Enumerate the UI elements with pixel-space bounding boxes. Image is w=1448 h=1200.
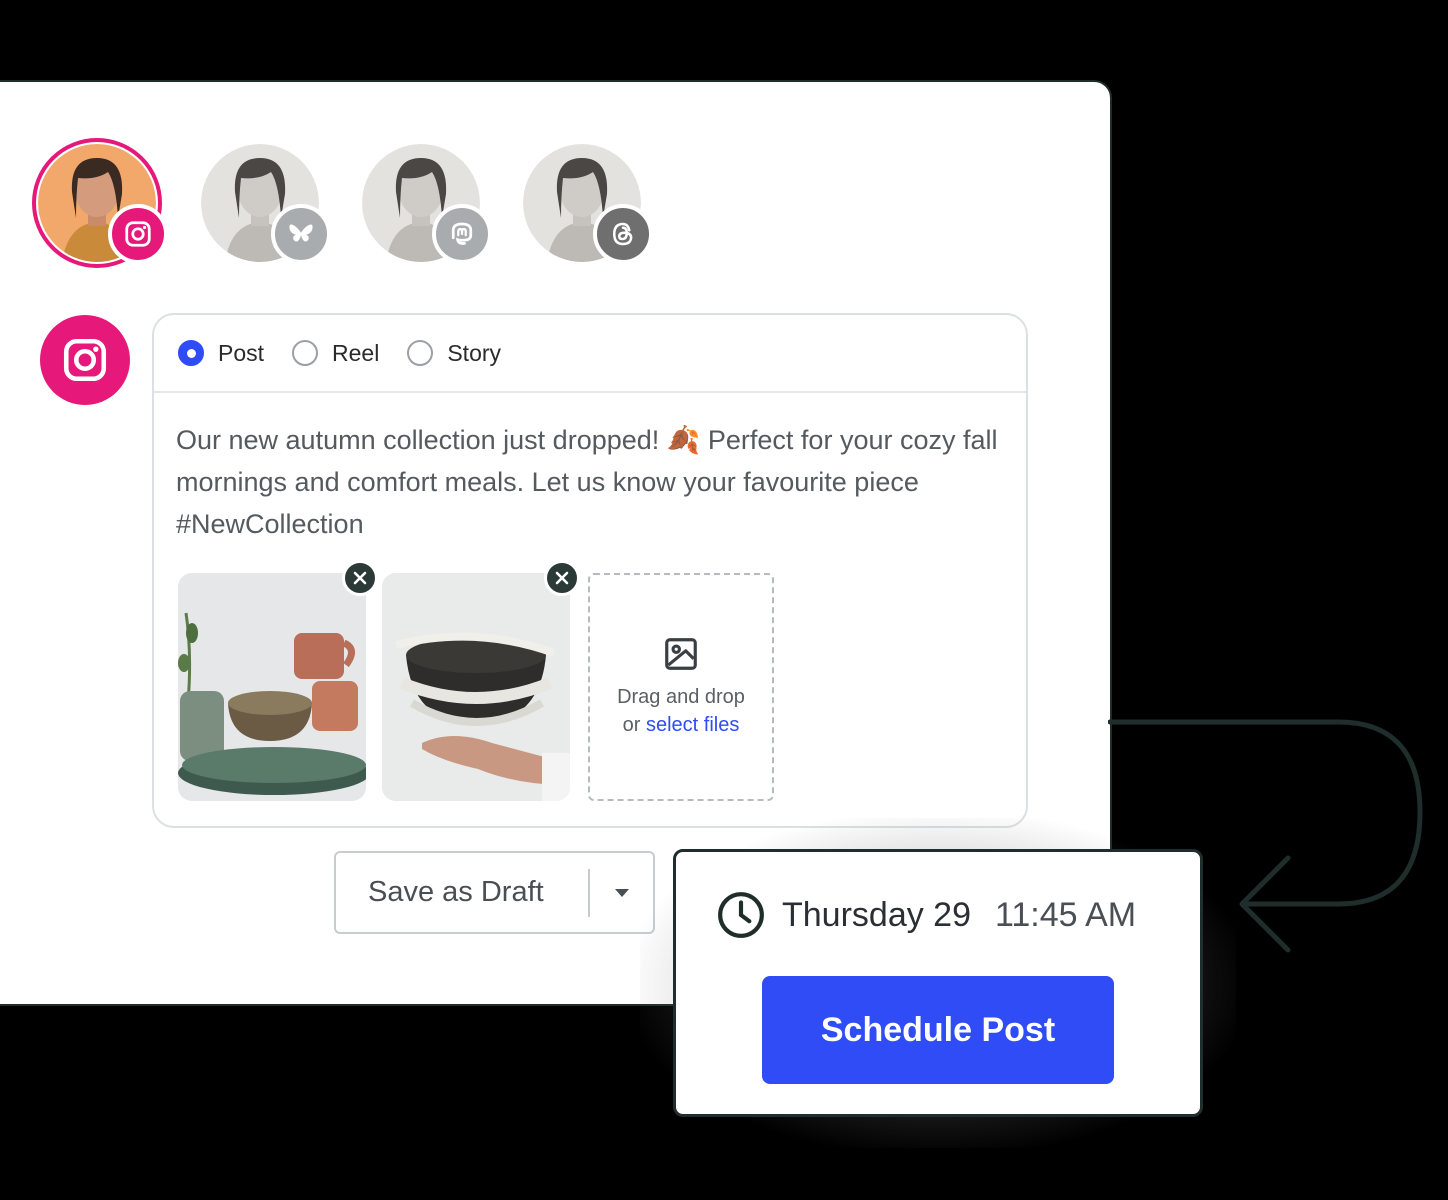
radio-story[interactable] — [407, 340, 434, 366]
post-type-story[interactable]: Story — [407, 340, 501, 367]
post-type-post[interactable]: Post — [178, 340, 264, 367]
image-icon — [665, 638, 697, 670]
instagram-icon — [63, 338, 107, 382]
schedule-post-button[interactable]: Schedule Post — [762, 976, 1114, 1084]
account-avatar-instagram[interactable] — [32, 138, 168, 268]
save-draft-button[interactable]: Save as Draft — [336, 876, 588, 909]
schedule-popover: Thursday 29 11:45 AM Schedule Post — [673, 849, 1203, 1117]
select-files-link[interactable]: select files — [646, 714, 739, 736]
post-type-selector: Post Reel Story — [154, 315, 1026, 393]
save-draft-split-button: Save as Draft — [334, 851, 655, 934]
schedule-time[interactable]: 11:45 AM — [995, 896, 1136, 935]
post-type-reel[interactable]: Reel — [292, 340, 379, 367]
radio-post[interactable] — [178, 340, 204, 366]
dropzone-line2: or select files — [617, 711, 745, 739]
media-thumbnail-2[interactable] — [382, 573, 570, 801]
post-type-label: Story — [447, 339, 502, 366]
clock-icon — [718, 892, 764, 938]
bluesky-badge — [271, 204, 331, 264]
caret-down-icon — [614, 888, 629, 897]
media-thumbnail-1[interactable] — [178, 573, 366, 801]
media-dropzone[interactable]: Drag and drop or select files — [588, 573, 774, 801]
ceramics-photo-2 — [382, 573, 570, 801]
threads-badge — [593, 204, 653, 264]
dropzone-text: Drag and drop or select files — [617, 683, 745, 739]
radio-reel[interactable] — [292, 340, 319, 366]
post-text-area[interactable]: Our new autumn collection just dropped! … — [176, 419, 1006, 545]
close-icon — [353, 571, 367, 585]
post-type-label: Reel — [332, 339, 380, 366]
account-avatar-mastodon[interactable] — [362, 144, 492, 264]
schedule-datetime: Thursday 29 11:45 AM — [716, 890, 1136, 940]
dropzone-prefix: or — [622, 714, 646, 736]
account-avatar-bluesky[interactable] — [201, 144, 331, 264]
ceramics-photo-1 — [178, 573, 366, 801]
account-avatar-threads[interactable] — [523, 144, 653, 264]
instagram-icon — [125, 221, 151, 247]
butterfly-icon — [289, 224, 313, 242]
mastodon-icon — [451, 222, 473, 245]
dropzone-line1: Drag and drop — [617, 686, 745, 708]
remove-media-1-button[interactable] — [342, 560, 378, 596]
post-type-label: Post — [218, 339, 265, 366]
close-icon — [555, 571, 569, 585]
remove-media-2-button[interactable] — [544, 560, 580, 596]
schedule-date[interactable]: Thursday 29 — [782, 896, 971, 935]
post-composer: Post Reel Story Our new autumn collectio… — [152, 313, 1028, 828]
instagram-badge — [108, 204, 168, 264]
mastodon-badge — [432, 204, 492, 264]
threads-icon — [612, 222, 633, 246]
network-instagram-icon — [40, 315, 130, 405]
